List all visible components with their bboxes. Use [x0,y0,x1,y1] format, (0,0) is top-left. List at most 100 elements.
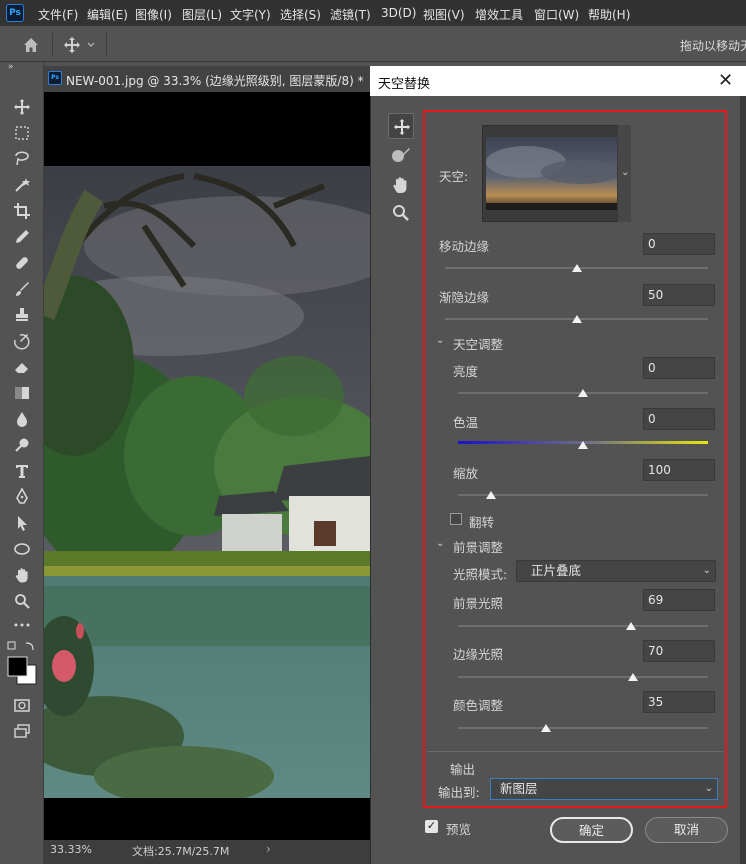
history-brush-icon[interactable] [11,330,33,352]
menu-item[interactable]: 3D(D) [381,6,416,20]
menu-item[interactable]: 增效工具 [475,6,523,23]
menu-item[interactable]: 视图(V) [423,6,465,23]
shift-edge-input[interactable]: 0 [643,233,715,255]
move-tool-preset-icon[interactable] [62,34,98,56]
blur-tool-icon[interactable] [11,408,33,430]
canvas-photo[interactable] [44,166,370,798]
options-hint-text: 拖动以移动天 [680,39,746,53]
scale-input[interactable]: 100 [643,459,715,481]
gradient-tool-icon[interactable] [11,382,33,404]
lighting-mode-value: 正片叠底 [531,563,582,578]
menu-item[interactable]: 文件(F) [38,6,78,23]
color-adjust-slider-thumb[interactable] [540,724,551,732]
sky-adjust-header[interactable]: 天空调整 [453,334,503,353]
ok-button[interactable]: 确定 [550,817,633,843]
shift-edge-label: 移动边缘 [439,239,490,254]
fg-lighting-slider-thumb[interactable] [625,622,636,630]
healing-brush-icon[interactable] [11,252,33,274]
output-to-select[interactable]: 新图层 ⌄ [490,778,718,800]
preview-label[interactable]: 预览 [446,819,471,838]
output-to-label: 输出到: [438,785,480,800]
temperature-slider-thumb[interactable] [578,441,588,449]
color-adjust-input[interactable]: 35 [643,691,715,713]
brightness-input[interactable]: 0 [643,357,715,379]
chevron-down-icon: ⌄ [702,565,711,576]
cancel-button[interactable]: 取消 [645,817,728,843]
flip-label[interactable]: 翻转 [469,512,494,531]
menu-item[interactable]: 滤镜(T) [330,6,371,23]
lighting-mode-select[interactable]: 正片叠底 ⌄ [516,560,716,582]
edge-lighting-slider-thumb[interactable] [628,673,638,681]
sky-move-tool-icon[interactable] [388,113,414,139]
home-icon[interactable] [20,34,42,56]
type-tool-icon[interactable] [11,460,33,482]
move-tool-icon[interactable] [11,96,33,118]
brightness-slider-thumb[interactable] [578,389,588,397]
output-to-value: 新图层 [500,781,538,796]
zoom-tool-icon[interactable] [11,590,33,612]
background-panel-edge [740,96,746,864]
magic-wand-icon[interactable] [11,174,33,196]
marquee-tool-icon[interactable] [11,122,33,144]
fg-lighting-slider-track[interactable] [458,625,708,627]
fade-edge-label: 渐隐边缘 [439,290,490,305]
edge-lighting-slider-track[interactable] [458,676,708,678]
crop-tool-icon[interactable] [11,200,33,222]
dodge-tool-icon[interactable] [11,434,33,456]
fg-lighting-input[interactable]: 69 [643,589,715,611]
fg-adjust-header[interactable]: 前景调整 [453,537,503,556]
zoom-tool-icon[interactable] [388,200,414,226]
scale-slider-thumb[interactable] [485,491,496,499]
collapse-toolbar-icon[interactable]: » [8,62,14,72]
sky-label: 天空: [439,169,469,184]
color-adjust-slider-track[interactable] [458,727,708,729]
preview-checkbox[interactable]: ✓ [425,820,438,833]
eraser-icon[interactable] [11,356,33,378]
path-selection-icon[interactable] [11,512,33,534]
screen-mode-icon[interactable] [11,720,33,742]
lasso-tool-icon[interactable] [11,148,33,170]
quick-mask-icon[interactable] [11,694,33,716]
temperature-input[interactable]: 0 [643,408,715,430]
document-title: NEW-001.jpg @ 33.3% (边缘光照级别, 图层蒙版/8) * [66,74,364,88]
fg-adjust-collapse-icon[interactable]: ⌄ [436,538,444,549]
menu-item[interactable]: 编辑(E) [87,6,128,23]
pen-tool-icon[interactable] [11,486,33,508]
menu-item[interactable]: 窗口(W) [534,6,579,23]
brush-tool-icon[interactable] [11,278,33,300]
status-menu-arrow-icon[interactable]: › [266,842,271,856]
document-size: 文档:25.7M/25.7M [132,845,230,858]
hand-tool-icon[interactable] [388,172,414,198]
flip-checkbox[interactable] [450,513,462,525]
eyedropper-icon[interactable] [11,226,33,248]
close-icon[interactable]: ✕ [718,70,733,91]
sky-adjust-collapse-icon[interactable]: ⌄ [436,335,444,346]
fade-edge-input[interactable]: 50 [643,284,715,306]
menu-item[interactable]: 图层(L) [182,6,222,23]
document-ps-icon: Ps [48,71,62,85]
sky-brush-icon[interactable] [388,142,414,168]
scale-label: 缩放 [453,466,479,481]
brightness-label: 亮度 [453,364,479,379]
scale-slider-track[interactable] [458,494,708,496]
shift-edge-slider-thumb[interactable] [571,264,582,272]
dialog-title: 天空替换 [378,77,431,92]
color-swatches[interactable] [6,640,40,688]
more-tools-icon[interactable] [11,614,33,636]
edge-lighting-input[interactable]: 70 [643,640,715,662]
menu-item[interactable]: 图像(I) [135,6,172,23]
menu-item[interactable]: 选择(S) [280,6,321,23]
sky-preview-thumbnail[interactable] [486,137,617,210]
output-group-divider [427,751,723,752]
ellipse-tool-icon[interactable] [11,538,33,560]
temperature-label: 色温 [453,415,479,430]
menu-item[interactable]: 帮助(H) [588,6,630,23]
chevron-down-icon[interactable]: ⌄ [621,167,629,178]
fg-lighting-label: 前景光照 [453,596,504,611]
clone-stamp-icon[interactable] [11,304,33,326]
zoom-level[interactable]: 33.33% [50,843,92,856]
menu-item[interactable]: 文字(Y) [230,6,271,23]
hand-tool-icon[interactable] [11,564,33,586]
photoshop-logo: Ps [6,4,24,22]
fade-edge-slider-thumb[interactable] [571,315,582,323]
